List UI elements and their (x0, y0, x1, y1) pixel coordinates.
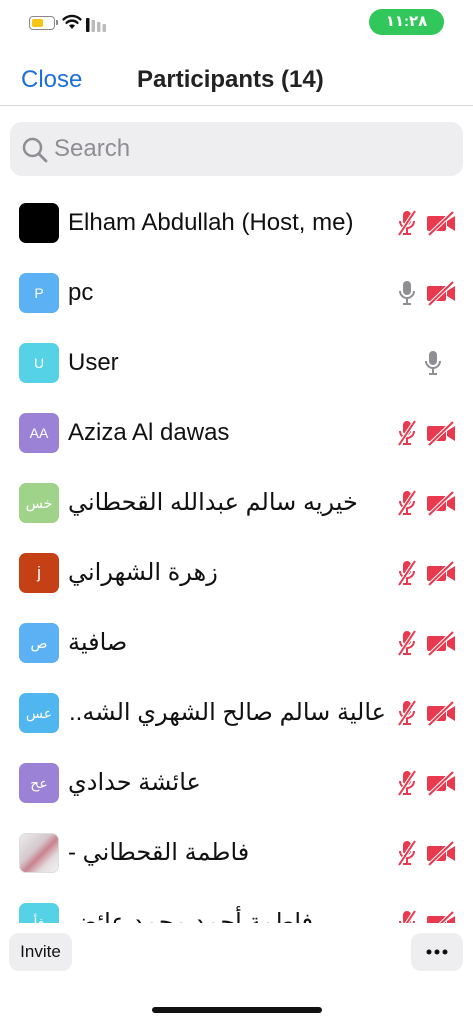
mic-icon[interactable] (423, 349, 443, 377)
page-title: Participants (14) (137, 66, 324, 93)
header: Close Participants (14) (0, 56, 473, 106)
battery-icon (29, 16, 58, 30)
participant-row[interactable]: عس عالية سالم صالح الشهري الشه... (0, 678, 473, 748)
avatar: عح (19, 763, 59, 803)
mic-muted-icon[interactable] (397, 489, 417, 517)
participant-row[interactable]: عح عائشة حدادي (0, 748, 473, 818)
participant-row[interactable]: Elham Abdullah (Host, me) (0, 188, 473, 258)
participant-name: فاطمة القحطاني - (68, 839, 250, 866)
search-input[interactable] (54, 122, 454, 176)
participant-name: صافية (68, 629, 128, 656)
video-off-icon[interactable] (426, 770, 456, 796)
signal-icon (86, 18, 106, 32)
avatar: AA (19, 413, 59, 453)
avatar (19, 203, 59, 243)
video-off-icon[interactable] (426, 280, 456, 306)
invite-button[interactable]: Invite (9, 933, 72, 971)
mic-muted-icon[interactable] (397, 909, 417, 923)
search-bar[interactable] (10, 122, 463, 176)
mic-muted-icon[interactable] (397, 209, 417, 237)
avatar-photo (19, 833, 59, 873)
mic-muted-icon[interactable] (397, 629, 417, 657)
participant-list: Elham Abdullah (Host, me) P pc U User AA… (0, 188, 473, 923)
participant-name: عائشة حدادي (68, 769, 201, 796)
avatar: فأ (19, 903, 59, 923)
avatar: U (19, 343, 59, 383)
participant-row[interactable]: فأ فاطمة أحمد محمد عائض (0, 888, 473, 923)
video-off-icon[interactable] (426, 700, 456, 726)
more-dots-icon (426, 949, 448, 955)
more-button[interactable] (411, 933, 463, 971)
participant-name: عالية سالم صالح الشهري الشه... (68, 699, 386, 726)
video-off-icon[interactable] (426, 840, 456, 866)
status-time: ١١:٢٨ (369, 9, 444, 35)
participant-row[interactable]: فاطمة القحطاني - (0, 818, 473, 888)
avatar: ص (19, 623, 59, 663)
status-bar: ١١:٢٨ (0, 0, 473, 50)
participant-name: خيريه سالم عبدالله القحطاني (68, 489, 358, 516)
avatar: عس (19, 693, 59, 733)
wifi-icon (62, 14, 82, 29)
mic-muted-icon[interactable] (397, 839, 417, 867)
participant-name: زهرة الشهراني (68, 559, 218, 586)
search-icon (22, 137, 48, 163)
participant-row[interactable]: j زهرة الشهراني (0, 538, 473, 608)
mic-muted-icon[interactable] (397, 559, 417, 587)
video-off-icon[interactable] (426, 630, 456, 656)
mic-muted-icon[interactable] (397, 769, 417, 797)
video-off-icon[interactable] (426, 210, 456, 236)
participant-row[interactable]: خس خيريه سالم عبدالله القحطاني (0, 468, 473, 538)
participant-name: User (68, 349, 119, 376)
mic-muted-icon[interactable] (397, 419, 417, 447)
video-off-icon[interactable] (426, 490, 456, 516)
participant-name: Elham Abdullah (Host, me) (68, 209, 354, 236)
participant-name: Aziza Al dawas (68, 419, 230, 446)
participant-name: pc (68, 279, 94, 306)
mic-icon[interactable] (397, 279, 417, 307)
close-button[interactable]: Close (21, 66, 82, 94)
home-indicator[interactable] (152, 1007, 322, 1013)
avatar: خس (19, 483, 59, 523)
mic-muted-icon[interactable] (397, 699, 417, 727)
participant-row[interactable]: AA Aziza Al dawas (0, 398, 473, 468)
participant-name: فاطمة أحمد محمد عائض (68, 909, 314, 923)
video-off-icon[interactable] (426, 910, 456, 923)
participant-row[interactable]: P pc (0, 258, 473, 328)
avatar: P (19, 273, 59, 313)
participant-row[interactable]: U User (0, 328, 473, 398)
participant-row[interactable]: ص صافية (0, 608, 473, 678)
video-off-icon[interactable] (426, 420, 456, 446)
avatar: j (19, 553, 59, 593)
video-off-icon[interactable] (426, 560, 456, 586)
